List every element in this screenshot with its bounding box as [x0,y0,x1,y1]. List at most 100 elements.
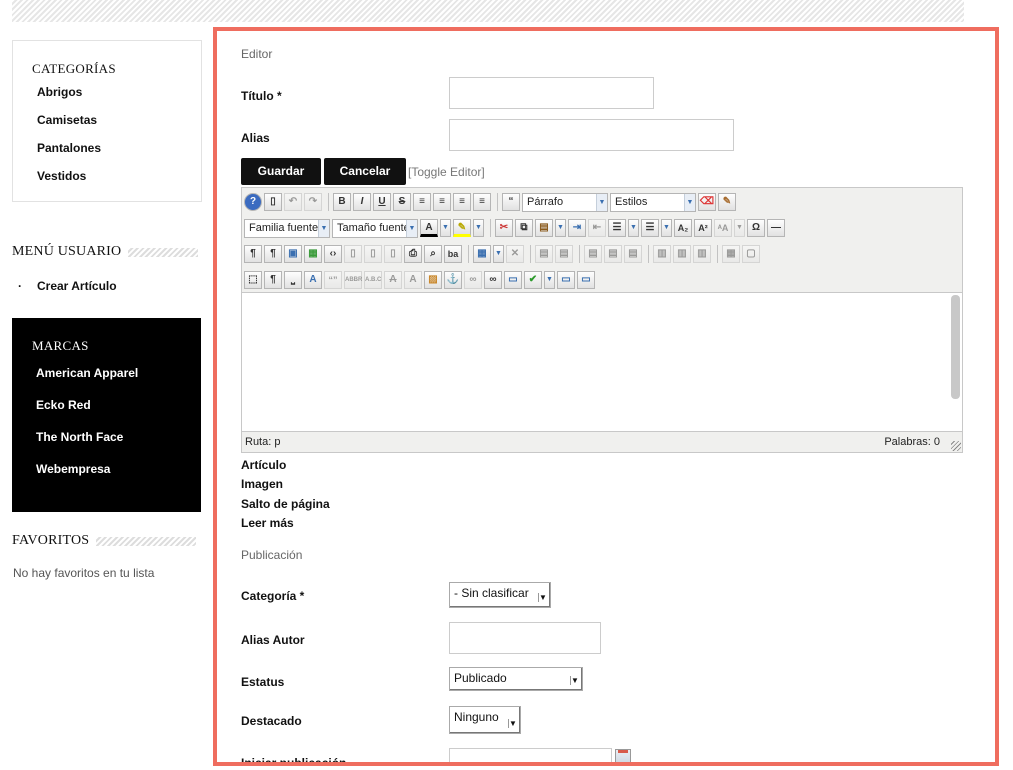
align-justify-icon[interactable]: ≡ [413,193,431,211]
deletion-icon[interactable]: A [384,271,402,289]
indent-icon[interactable]: ⇥ [568,219,586,237]
horizontal-rule-icon[interactable]: — [767,219,785,237]
underline-icon[interactable]: U [373,193,391,211]
category-select[interactable]: - Sin clasificar ▼ [449,582,551,608]
font-size-select[interactable]: Tamaño fuente ▼ [332,218,418,238]
find-icon[interactable]: ⌕ [424,245,442,263]
read-more-button[interactable]: Leer más [241,516,294,530]
delete-col-icon[interactable]: ▥ [693,245,711,263]
cancel-button[interactable]: Cancelar [324,158,406,185]
attributes-icon[interactable]: ▯ [384,245,402,263]
styles-select[interactable]: Estilos ▼ [610,192,696,212]
html-source-icon[interactable]: ‹› [324,245,342,263]
anchor-icon[interactable]: ⚓ [444,271,462,289]
merge-cells-icon[interactable]: ▢ [742,245,760,263]
styles-props-icon[interactable]: A [304,271,322,289]
edit-template-icon[interactable]: ▯ [364,245,382,263]
bullet-list-icon[interactable]: ☰ [641,219,659,237]
image-icon[interactable]: ▨ [424,271,442,289]
help-icon[interactable]: ? [244,193,262,211]
pagebreak-icon[interactable]: ▭ [577,271,595,289]
toggle-editor-link[interactable]: [Toggle Editor] [408,165,485,179]
brand-link-webempresa[interactable]: Webempresa [12,462,201,494]
outdent-icon[interactable]: ⇤ [588,219,606,237]
blockquote-icon[interactable]: “ [502,193,520,211]
brand-link-the-north-face[interactable]: The North Face [12,430,201,462]
title-input[interactable] [449,77,654,109]
media-icon[interactable]: ▭ [504,271,522,289]
text-color-icon[interactable]: A [420,219,438,237]
non-breaking-space-icon[interactable]: ⎵ [284,271,302,289]
editor-content-area[interactable] [242,292,962,432]
chevron-down-icon[interactable]: ▼ [661,219,672,237]
col-before-icon[interactable]: ▥ [653,245,671,263]
delete-table-icon[interactable]: ✕ [506,245,524,263]
insertion-icon[interactable]: A [404,271,422,289]
category-link-vestidos[interactable]: Vestidos [13,169,201,189]
font-family-select[interactable]: Familia fuente ▼ [244,218,330,238]
category-link-pantalones[interactable]: Pantalones [13,141,201,169]
cell-props-icon[interactable]: ▤ [555,245,573,263]
row-props-icon[interactable]: ▤ [535,245,553,263]
print-icon[interactable]: ⎙ [404,245,422,263]
special-char-icon[interactable]: Ω [747,219,765,237]
cut-icon[interactable]: ✂ [495,219,513,237]
calendar-icon[interactable] [615,749,631,762]
cleanup-broom-icon[interactable]: ✎ [718,193,736,211]
replace-icon[interactable]: ba [444,245,462,263]
category-link-abrigos[interactable]: Abrigos [13,85,201,113]
editor-scrollbar[interactable] [951,295,960,399]
brand-link-ecko-red[interactable]: Ecko Red [12,398,201,430]
image-button[interactable]: Imagen [241,477,283,491]
resize-grip-icon[interactable] [951,441,961,451]
chevron-down-icon[interactable]: ▼ [493,245,504,263]
chevron-down-icon[interactable]: ▼ [440,219,451,237]
layer-icon[interactable]: ▭ [557,271,575,289]
bold-icon[interactable]: B [333,193,351,211]
featured-select[interactable]: Ninguno ▼ [449,706,521,734]
menu-link-crear-articulo[interactable]: Crear Artículo [37,279,117,293]
preview-icon[interactable]: ▦ [304,245,322,263]
subscript-icon[interactable]: A₂ [674,219,692,237]
status-select[interactable]: Publicado ▼ [449,667,583,691]
author-alias-input[interactable] [449,622,601,654]
insert-template-icon[interactable]: ▯ [344,245,362,263]
row-before-icon[interactable]: ▤ [584,245,602,263]
chevron-down-icon[interactable]: ▼ [628,219,639,237]
chevron-down-icon[interactable]: ▼ [734,219,745,237]
publish-start-input[interactable] [449,748,612,762]
save-button[interactable]: Guardar [241,158,321,185]
fullscreen-icon[interactable]: ▣ [284,245,302,263]
abbr-icon[interactable]: ABBR [344,271,362,289]
align-right-icon[interactable]: ≡ [473,193,491,211]
chevron-down-icon[interactable]: ▼ [555,219,566,237]
align-center-icon[interactable]: ≡ [433,193,451,211]
split-cells-icon[interactable]: ▦ [722,245,740,263]
new-document-icon[interactable]: ▯ [264,193,282,211]
superscript-icon[interactable]: A² [694,219,712,237]
format-select[interactable]: Párrafo ▼ [522,192,608,212]
chevron-down-icon[interactable]: ▼ [544,271,555,289]
highlight-color-icon[interactable]: ✎ [453,219,471,237]
brand-link-american-apparel[interactable]: American Apparel [12,366,201,398]
paste-icon[interactable]: ▤ [535,219,553,237]
cite-icon[interactable]: “” [324,271,342,289]
visual-aid-icon[interactable]: ⬚ [244,271,262,289]
alias-input[interactable] [449,119,734,151]
font-size-toggle-icon[interactable]: ᴬA [714,219,732,237]
delete-row-icon[interactable]: ▤ [624,245,642,263]
copy-icon[interactable]: ⧉ [515,219,533,237]
link-icon[interactable]: ∞ [484,271,502,289]
spellcheck-icon[interactable]: ✔ [524,271,542,289]
rtl-icon[interactable]: ¶ [264,245,282,263]
col-after-icon[interactable]: ▥ [673,245,691,263]
ltr-icon[interactable]: ¶ [244,245,262,263]
eraser-icon[interactable]: ⌫ [698,193,716,211]
undo-icon[interactable]: ↶ [284,193,302,211]
row-after-icon[interactable]: ▤ [604,245,622,263]
numbered-list-icon[interactable]: ☰ [608,219,626,237]
article-button[interactable]: Artículo [241,458,286,472]
align-left-icon[interactable]: ≡ [453,193,471,211]
unlink-icon[interactable]: ∞ [464,271,482,289]
chevron-down-icon[interactable]: ▼ [473,219,484,237]
